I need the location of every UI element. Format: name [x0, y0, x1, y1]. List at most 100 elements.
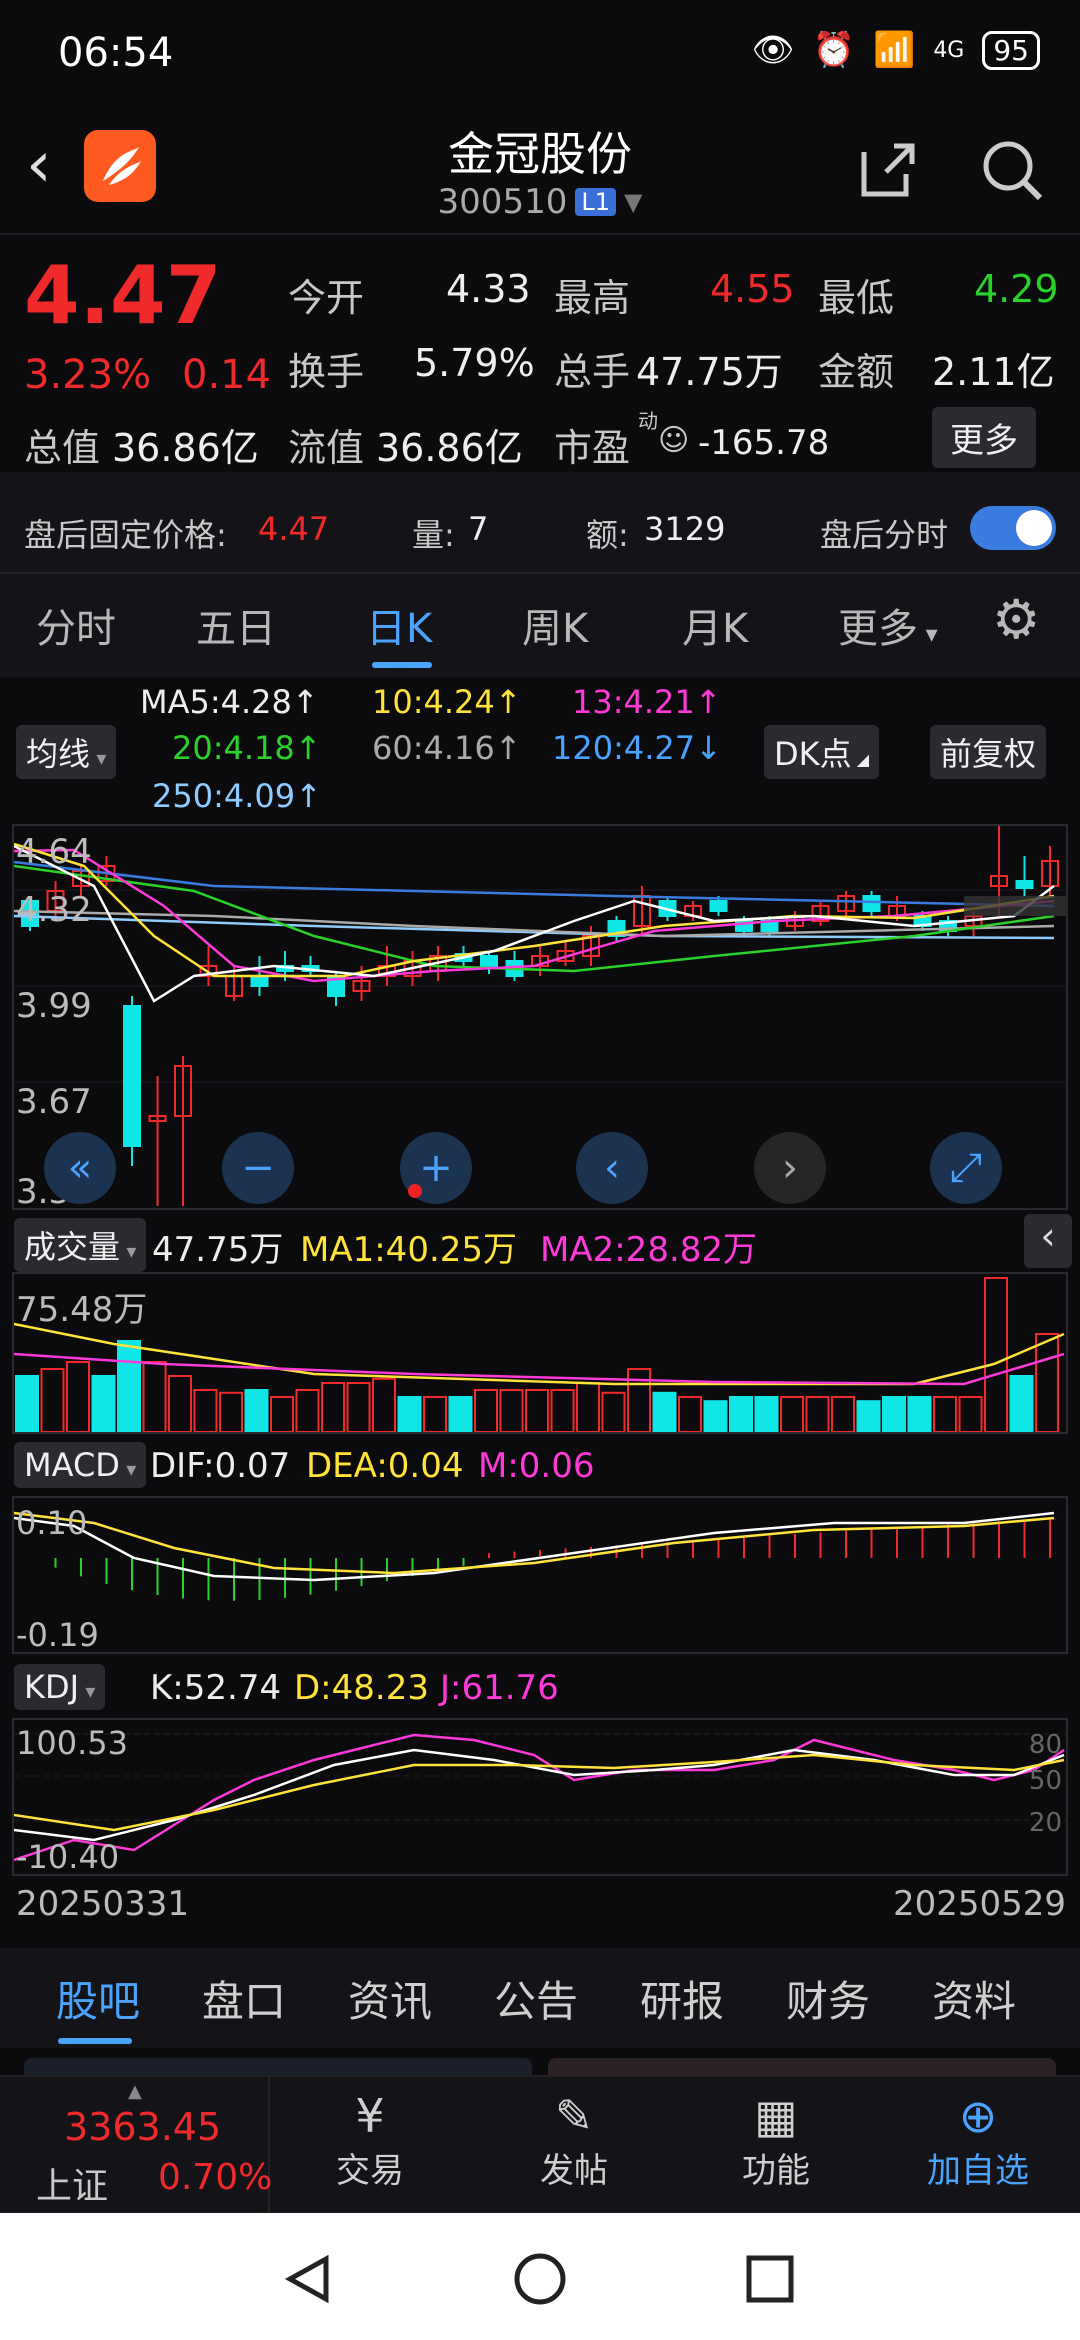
tab-announcements[interactable]: 公告 [494, 1968, 578, 2029]
tab-intraday[interactable]: 分时 [36, 596, 116, 654]
search-icon[interactable] [978, 136, 1046, 204]
content-tabs: 股吧 盘口 资讯 公告 研报 财务 资料 [0, 1948, 1080, 2048]
volume-svg [14, 1277, 1065, 1432]
kline-axis-3: 3.99 [16, 986, 92, 1026]
macd-selector[interactable]: MACD ▾ [14, 1442, 147, 1488]
alarm-icon: ⏰ [812, 30, 855, 70]
gear-icon[interactable]: ⚙ [992, 588, 1040, 651]
tab-finance[interactable]: 财务 [786, 1968, 870, 2029]
share-icon[interactable] [856, 138, 920, 202]
tab-5day[interactable]: 五日 [196, 596, 276, 654]
adjust-button[interactable]: 前复权 [930, 725, 1047, 779]
zoom-out-icon[interactable]: − [222, 1132, 294, 1204]
next-icon[interactable]: › [754, 1132, 826, 1204]
functions-button[interactable]: ▦ 功能 [716, 2089, 836, 2192]
more-button[interactable]: 更多 [932, 407, 1036, 468]
eye-icon: 👁 [751, 30, 795, 70]
date-start: 20250331 [16, 1884, 190, 1924]
after-price-label: 盘后固定价格: [24, 516, 227, 554]
tab-news[interactable]: 资讯 [348, 1968, 432, 2029]
after-amt-value: 3129 [644, 510, 726, 548]
volume-bar-up [270, 1396, 294, 1432]
low-value: 4.29 [974, 267, 1059, 311]
macd-chart[interactable]: 0.10 -0.19 [12, 1496, 1068, 1654]
macd-legend: MACD ▾ DIF:0.07 DEA:0.04 M:0.06 [0, 1436, 1080, 1496]
prev-icon[interactable]: ‹ [576, 1132, 648, 1204]
volume-bar-up [346, 1382, 371, 1432]
index-ticker[interactable]: ▲ 3363.45 上证 0.70% [0, 2077, 273, 2213]
after-hours-bar: 盘后固定价格: 4.47 量: 7 额: 3129 盘后分时 [0, 472, 1080, 572]
volume-bar-up [499, 1389, 524, 1432]
tab-more[interactable]: 更多 ▾ [838, 596, 938, 654]
add-watchlist-button[interactable]: ⊕ 加自选 [918, 2089, 1038, 2192]
kdj-legend: KDJ ▾ K:52.74 D:48.23 J:61.76 [0, 1658, 1080, 1718]
float-label: 流值 [288, 426, 365, 470]
kline-candle-down [480, 955, 498, 967]
tab-daily-k[interactable]: 日K [366, 596, 432, 654]
macd-m: M:0.06 [478, 1446, 595, 1486]
index-value: 3363.45 [64, 2105, 222, 2149]
stock-code: 300510 [437, 182, 568, 222]
kdj-axis-bottom: -10.40 [16, 1838, 120, 1876]
event-marker-icon[interactable] [408, 1184, 422, 1198]
kline-chart[interactable]: 4.64 4.32 3.99 3.67 3.34 « − + ‹ › ⤢ [12, 824, 1068, 1212]
caret-up-icon: ▲ [128, 2081, 142, 2102]
kdj-selector[interactable]: KDJ ▾ [14, 1664, 106, 1710]
collapse-panel-icon[interactable]: ‹ [1024, 1214, 1072, 1268]
macd-dea: DEA:0.04 [306, 1446, 464, 1486]
tab-pankou[interactable]: 盘口 [202, 1968, 286, 2029]
fast-rewind-icon[interactable]: « [44, 1132, 116, 1204]
ma250-value: 250:4.09↑ [152, 777, 322, 815]
macd-dif: DIF:0.07 [150, 1446, 291, 1486]
dk-point-button[interactable]: DK点 ◢ [764, 725, 880, 779]
kline-candle-down [250, 975, 269, 987]
after-hours-toggle[interactable] [970, 506, 1056, 550]
volume-bar-up [601, 1391, 626, 1432]
tab-profile[interactable]: 资料 [932, 1968, 1016, 2029]
chevron-down-icon[interactable]: ▼ [624, 188, 642, 216]
functions-label: 功能 [742, 2151, 810, 2191]
tab-monthly-k[interactable]: 月K [682, 596, 748, 654]
status-time: 06:54 [58, 30, 174, 76]
volume-label: 总手 [554, 350, 631, 394]
nav-home-icon[interactable] [512, 2251, 568, 2307]
edit-icon: ✎ [554, 2089, 594, 2143]
nav-back-icon[interactable] [282, 2253, 334, 2305]
open-label: 今开 [288, 276, 365, 320]
ma5-line [14, 844, 1055, 1003]
tab-weekly-k[interactable]: 周K [522, 596, 588, 654]
low-label: 最低 [818, 276, 895, 320]
fullscreen-icon[interactable]: ⤢ [930, 1132, 1002, 1204]
volume-bar-up [40, 1368, 65, 1432]
date-end: 20250529 [892, 1884, 1066, 1924]
after-price-value: 4.47 [258, 510, 330, 548]
open-value: 4.33 [446, 267, 531, 311]
volume-selector[interactable]: 成交量 ▾ [14, 1218, 147, 1272]
high-label: 最高 [554, 276, 631, 320]
change-pct: 3.23% [24, 352, 152, 398]
trade-button[interactable]: ¥ 交易 [310, 2089, 430, 2192]
pe-value: -165.78 [698, 423, 830, 463]
tab-research[interactable]: 研报 [640, 1968, 724, 2029]
kline-price-marker [964, 896, 1066, 916]
post-button[interactable]: ✎ 发帖 [514, 2089, 634, 2192]
info-icon[interactable]: ☺ [658, 423, 689, 458]
nav-recents-icon[interactable] [744, 2253, 796, 2305]
index-pct: 0.70% [158, 2157, 273, 2198]
wifi-icon: 📶 [872, 30, 916, 70]
system-nav-bar [0, 2213, 1080, 2340]
volume-chart[interactable]: 75.48万 [12, 1272, 1068, 1434]
volume-bar-down [907, 1396, 932, 1432]
kdj-chart[interactable]: 100.53 -10.40 80 50 20 [12, 1718, 1068, 1876]
mcap-label: 总值 [24, 426, 101, 470]
after-toggle-label: 盘后分时 [820, 516, 949, 554]
volume-bar-down [1009, 1375, 1034, 1432]
volume-bar-up [321, 1382, 345, 1432]
ma20-value: 20:4.18↑ [172, 729, 322, 767]
ma-legend: 均线 ▾ MA5:4.28↑ 10:4.24↑ 13:4.21↑ 20:4.18… [0, 677, 1080, 827]
ma60-value: 60:4.16↑ [372, 729, 522, 767]
kline-candle-down [709, 900, 728, 912]
tab-guba[interactable]: 股吧 [56, 1968, 140, 2029]
grid-icon: ▦ [754, 2089, 798, 2143]
ma-selector[interactable]: 均线 ▾ [16, 725, 117, 779]
